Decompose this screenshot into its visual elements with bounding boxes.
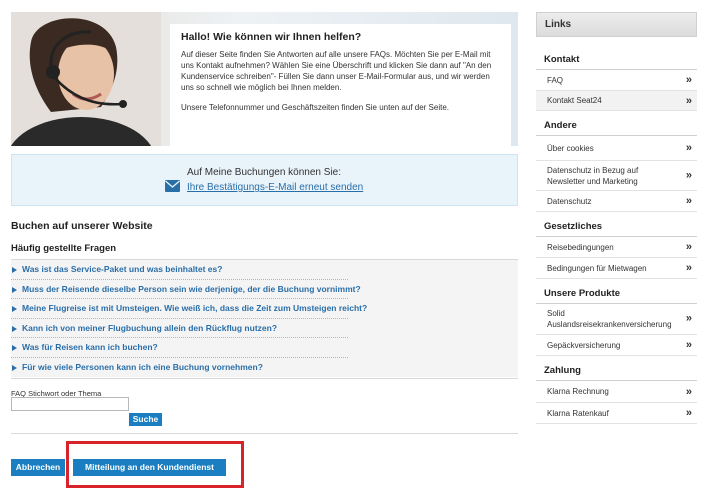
- sidebar-group-title: Kontakt: [536, 54, 697, 70]
- sidebar-item-gepaeckversicherung[interactable]: Gepäckversicherung »: [536, 335, 697, 356]
- section-title: Buchen auf unserer Website: [11, 220, 153, 232]
- faq-question: Meine Flugreise ist mit Umsteigen. Wie w…: [22, 303, 368, 313]
- sidebar-item-label: Datenschutz in Bezug auf Newsletter und …: [547, 165, 639, 186]
- support-agent-photo: [11, 12, 161, 146]
- faq-item[interactable]: Für wie viele Personen kann ich eine Buc…: [11, 358, 518, 378]
- my-bookings-label: Auf Meine Buchungen können Sie:: [187, 167, 341, 178]
- sidebar-item-datenschutz-newsletter[interactable]: Datenschutz in Bezug auf Newsletter und …: [536, 161, 697, 191]
- sidebar-item-klarna-rechnung[interactable]: Klarna Rechnung »: [536, 381, 697, 403]
- faq-question: Was für Reisen kann ich buchen?: [22, 342, 158, 352]
- faq-question: Für wie viele Personen kann ich eine Buc…: [22, 361, 263, 372]
- search-button[interactable]: Suche: [128, 412, 163, 427]
- faq-list: Was ist das Service-Paket und was beinha…: [11, 259, 518, 377]
- my-bookings-box: Auf Meine Buchungen können Sie: Ihre Bes…: [11, 154, 518, 206]
- sidebar-group-title: Unsere Produkte: [536, 288, 697, 304]
- sidebar-item-label: Klarna Ratenkauf: [547, 408, 609, 418]
- hero-text: Auf dieser Seite finden Sie Antworten au…: [181, 50, 492, 92]
- double-chevron-right-icon: »: [685, 74, 692, 86]
- highlight-frame: [66, 441, 244, 488]
- links-sidebar: Links Kontakt FAQ » Kontakt Seat24 » Ander…: [536, 12, 697, 424]
- sidebar-item-datenschutz[interactable]: Datenschutz »: [536, 191, 697, 212]
- arrow-right-icon: [12, 286, 17, 293]
- sidebar-group-gesetzliches: Gesetzliches Reisebedingungen » Bedingung…: [536, 221, 697, 279]
- double-chevron-right-icon: »: [685, 312, 692, 325]
- sidebar-item-label: Reisebedingungen: [547, 242, 614, 252]
- faq-question: Kann ich von meiner Flugbuchung allein d…: [22, 322, 278, 333]
- sidebar-item-klarna-ratenkauf[interactable]: Klarna Ratenkauf »: [536, 403, 697, 424]
- sidebar-item-mietwagen[interactable]: Bedingungen für Mietwagen »: [536, 258, 697, 279]
- arrow-right-icon: [12, 325, 17, 332]
- double-chevron-right-icon: »: [685, 142, 692, 154]
- faq-search-input[interactable]: [11, 397, 129, 411]
- sidebar-item-label: Datenschutz: [547, 196, 592, 206]
- cancel-button[interactable]: Abbrechen: [11, 459, 65, 476]
- sidebar-group-title: Zahlung: [536, 365, 697, 381]
- sidebar-item-label: Solid Auslandsreisekrankenversicherung: [547, 309, 672, 329]
- double-chevron-right-icon: »: [685, 241, 692, 253]
- double-chevron-right-icon: »: [685, 169, 692, 181]
- sidebar-item-faq[interactable]: FAQ »: [536, 70, 697, 91]
- faq-item[interactable]: Was für Reisen kann ich buchen?: [11, 338, 518, 358]
- sidebar-item-label: Bedingungen für Mietwagen: [547, 263, 647, 273]
- sidebar-item-kontakt-seat24[interactable]: Kontakt Seat24 »: [536, 91, 697, 111]
- faq-item[interactable]: Kann ich von meiner Flugbuchung allein d…: [11, 319, 518, 339]
- sidebar-item-reisekrankenversicherung[interactable]: Solid Auslandsreisekrankenversicherung »: [536, 304, 697, 335]
- sidebar-item-cookies[interactable]: Über cookies »: [536, 136, 697, 161]
- arrow-right-icon: [12, 364, 17, 371]
- sidebar-group-produkte: Unsere Produkte Solid Auslandsreisekrank…: [536, 288, 697, 356]
- sidebar-item-label: Klarna Rechnung: [547, 387, 609, 396]
- resend-confirmation-link[interactable]: Ihre Bestätigungs-E-Mail erneut senden: [187, 182, 363, 193]
- faq-item[interactable]: Muss der Reisende dieselbe Person sein w…: [11, 280, 518, 300]
- double-chevron-right-icon: »: [685, 385, 692, 398]
- sidebar-item-label: FAQ: [547, 75, 564, 85]
- faq-item[interactable]: Was ist das Service-Paket und was beinha…: [11, 260, 518, 280]
- envelope-icon: [165, 180, 180, 192]
- hero-title: Hallo! Wie können wir Ihnen helfen?: [181, 31, 362, 43]
- sidebar-item-label: Kontakt Seat24: [547, 96, 602, 105]
- faq-question: Was ist das Service-Paket und was beinha…: [22, 264, 223, 274]
- sidebar-item-label: Über cookies: [547, 143, 594, 153]
- sidebar-group-kontakt: Kontakt FAQ » Kontakt Seat24 »: [536, 54, 697, 111]
- double-chevron-right-icon: »: [685, 195, 692, 207]
- hero-banner: Hallo! Wie können wir Ihnen helfen? Auf …: [11, 12, 518, 146]
- sidebar-item-label: Gepäckversicherung: [547, 340, 621, 350]
- double-chevron-right-icon: »: [685, 262, 692, 274]
- hero-info-box: Hallo! Wie können wir Ihnen helfen? Auf …: [170, 24, 511, 146]
- faq-subtitle: Häufig gestellte Fragen: [11, 243, 117, 254]
- sidebar-group-andere: Andere Über cookies » Datenschutz in Bezu…: [536, 120, 697, 212]
- double-chevron-right-icon: »: [685, 407, 692, 419]
- double-chevron-right-icon: »: [685, 94, 692, 107]
- faq-item[interactable]: Meine Flugreise ist mit Umsteigen. Wie w…: [11, 299, 518, 319]
- arrow-right-icon: [12, 267, 17, 273]
- double-chevron-right-icon: »: [685, 339, 692, 351]
- arrow-right-icon: [12, 306, 17, 312]
- faq-question: Muss der Reisende dieselbe Person sein w…: [22, 283, 361, 294]
- arrow-right-icon: [12, 345, 17, 351]
- sidebar-group-title: Gesetzliches: [536, 221, 697, 237]
- sidebar-header: Links: [536, 12, 697, 37]
- sidebar-item-reisebedingungen[interactable]: Reisebedingungen »: [536, 237, 697, 258]
- hero-phone-text: Unsere Telefonnummer und Geschäftszeiten…: [181, 103, 450, 112]
- faq-search: FAQ Stichwort oder Thema Suche: [11, 378, 518, 434]
- sidebar-group-title: Andere: [536, 120, 697, 136]
- sidebar-group-zahlung: Zahlung Klarna Rechnung » Klarna Ratenkau…: [536, 365, 697, 424]
